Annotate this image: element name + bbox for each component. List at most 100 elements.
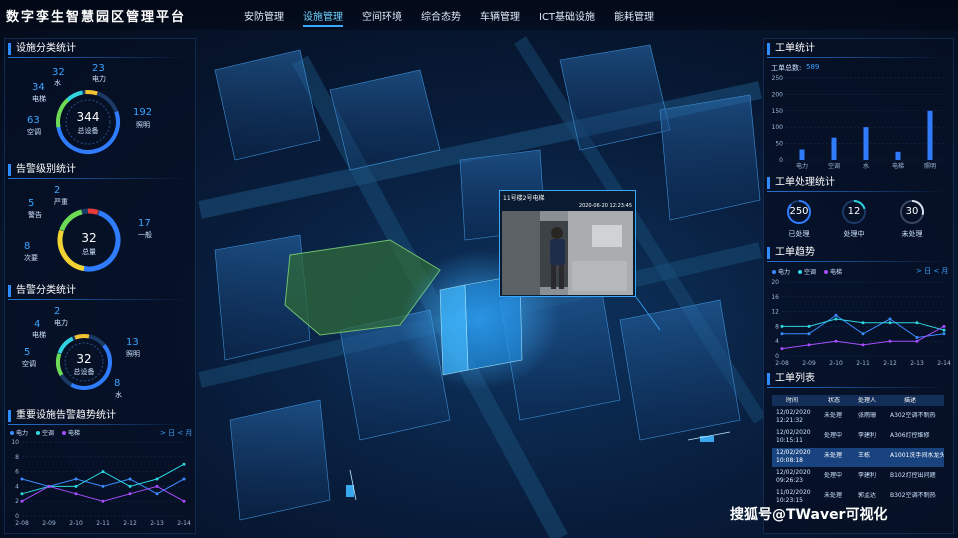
nav-tab[interactable]: 车辆管理 <box>480 8 520 27</box>
alarm-category-value: 2 <box>54 306 61 317</box>
bar[interactable] <box>863 127 869 160</box>
data-point[interactable] <box>47 484 51 488</box>
data-point[interactable] <box>807 324 811 328</box>
table-row[interactable]: 12/02/2020 10:15:11 处理中 李建利 A306灯控维修 <box>772 428 944 447</box>
x-tick-label: 2-13 <box>910 360 924 367</box>
alarm-level-label: 一般 <box>138 231 152 239</box>
y-tick-label: 0 <box>15 513 19 520</box>
legend-item[interactable]: 空调 <box>798 267 816 276</box>
table-row[interactable]: 12/02/2020 09:26:23 处理中 李建利 B102灯控出问题 <box>772 468 944 487</box>
row-person: 李建利 <box>858 432 877 439</box>
process-inprogress-label: 处理中 <box>843 230 865 238</box>
data-point[interactable] <box>101 470 105 474</box>
data-point[interactable] <box>182 477 186 481</box>
data-point[interactable] <box>182 499 186 503</box>
data-point[interactable] <box>780 347 784 351</box>
data-point[interactable] <box>915 339 919 343</box>
camera-title: 11号楼2号电梯 <box>503 195 545 202</box>
elevator-camera-popup[interactable]: 11号楼2号电梯 2020-06-20 12:23:45 <box>499 190 636 297</box>
workorder-stats-title: 工单统计 <box>767 43 815 55</box>
data-point[interactable] <box>834 317 838 321</box>
y-tick-label: 10 <box>11 439 19 446</box>
data-point[interactable] <box>861 332 865 336</box>
bar[interactable] <box>831 137 837 160</box>
workorder-trend-title: 工单趋势 <box>767 247 815 259</box>
data-point[interactable] <box>155 492 159 496</box>
bar[interactable] <box>927 110 933 160</box>
legend-dot-icon <box>824 269 829 274</box>
nav-tab[interactable]: 安防管理 <box>244 8 284 27</box>
data-point[interactable] <box>20 492 24 496</box>
x-tick-label: 水 <box>863 162 869 170</box>
y-tick-label: 150 <box>772 108 784 115</box>
data-point[interactable] <box>101 499 105 503</box>
facility-item-value: 63 <box>27 115 40 126</box>
y-tick-label: 20 <box>771 279 779 286</box>
nav-tab[interactable]: 空间环境 <box>362 8 402 27</box>
data-point[interactable] <box>128 484 132 488</box>
data-point[interactable] <box>128 492 132 496</box>
alarm-category-value: 13 <box>126 337 139 348</box>
legend-dot-icon <box>772 269 776 274</box>
camera-feed-image <box>502 211 633 295</box>
data-point[interactable] <box>888 321 892 325</box>
x-tick-label: 2-08 <box>15 520 29 527</box>
data-point[interactable] <box>834 339 838 343</box>
data-point[interactable] <box>74 492 78 496</box>
data-point[interactable] <box>780 324 784 328</box>
app-title: 数字孪生智慧园区管理平台 <box>6 10 187 25</box>
data-point[interactable] <box>182 462 186 466</box>
table-row[interactable]: 12/02/202010:08:18 未处理 王栋 A1001洗手间水龙头关不上 <box>772 448 944 467</box>
row-date: 12/02/2020 <box>776 409 811 416</box>
trend-left-chart: 0 2 4 6 8 10 2-08 2-09 2-10 2-11 2-12 2-13 2-14 <box>11 439 191 527</box>
data-point[interactable] <box>888 339 892 343</box>
y-tick-label: 4 <box>775 338 779 345</box>
legend-dot-icon <box>36 430 41 435</box>
data-point[interactable] <box>915 321 919 325</box>
bar[interactable] <box>799 149 805 160</box>
data-point[interactable] <box>155 477 159 481</box>
alarm-category-title: 告警分类统计 <box>8 285 76 297</box>
data-point[interactable] <box>807 343 811 347</box>
data-point[interactable] <box>128 477 132 481</box>
alarm-level-value: 2 <box>54 185 61 196</box>
row-time: 10:15:11 <box>776 437 803 444</box>
y-tick-label: 250 <box>772 75 784 82</box>
workorder-trend-toggle[interactable]: > 日 < 月 <box>916 266 948 276</box>
data-point[interactable] <box>915 336 919 339</box>
data-point[interactable] <box>888 317 892 321</box>
alarm-category-label: 照明 <box>126 350 140 358</box>
data-point[interactable] <box>20 477 24 481</box>
data-point[interactable] <box>942 328 946 332</box>
data-point[interactable] <box>780 332 784 336</box>
nav-tab[interactable]: 能耗管理 <box>614 8 654 27</box>
nav-tab[interactable]: 综合态势 <box>421 8 461 27</box>
alarm-category-value: 5 <box>24 347 31 358</box>
row-person: 张雨珊 <box>858 412 877 419</box>
facility-item-value: 23 <box>92 63 105 74</box>
data-point[interactable] <box>155 484 159 488</box>
row-time: 12:21:32 <box>776 417 803 424</box>
data-point[interactable] <box>861 321 865 325</box>
data-point[interactable] <box>834 313 838 317</box>
data-point[interactable] <box>20 499 24 503</box>
data-point[interactable] <box>74 484 78 488</box>
data-point[interactable] <box>74 477 78 481</box>
legend-item[interactable]: 电梯 <box>824 267 842 276</box>
nav-tab[interactable]: ICT基础设施 <box>539 8 595 27</box>
data-point[interactable] <box>807 332 811 336</box>
data-point[interactable] <box>942 332 946 336</box>
nav-tab[interactable]: 设施管理 <box>303 8 343 27</box>
data-point[interactable] <box>861 343 865 347</box>
row-person: 郭孟达 <box>858 492 877 499</box>
data-point[interactable] <box>101 484 105 488</box>
workorder-trend-legend: 电力 空调 电梯 <box>772 267 850 276</box>
data-point[interactable] <box>942 324 946 328</box>
table-row[interactable]: 12/02/2020 12:21:32 未处理 张雨珊 A302空调不制热 <box>772 408 944 427</box>
legend-item[interactable]: 电力 <box>772 267 790 276</box>
bar[interactable] <box>895 151 901 160</box>
legend-dot-icon <box>10 430 14 435</box>
x-tick-label: 电梯 <box>892 162 904 170</box>
process-done-value: 250 <box>789 206 809 217</box>
row-person: 李建利 <box>858 472 877 479</box>
